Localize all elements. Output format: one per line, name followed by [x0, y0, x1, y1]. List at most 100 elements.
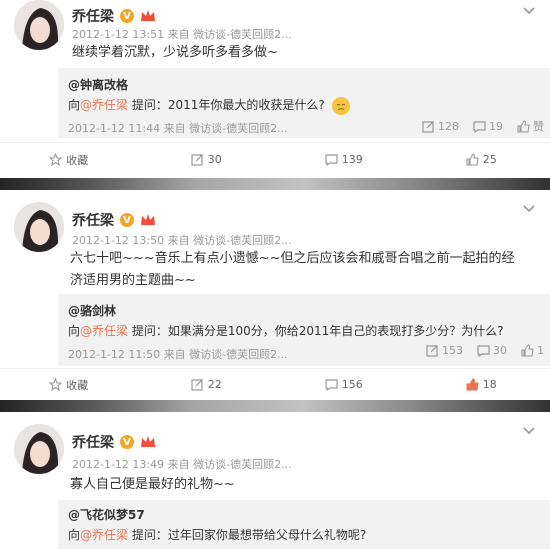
quote-question-text: 提问：如果满分是100分，你给2011年自己的表现打多少分？为什么?: [128, 324, 504, 338]
thumbs-up-icon: [466, 153, 479, 166]
quote-like[interactable]: 赞: [517, 118, 544, 134]
quote-question-text: 提问：2011年你最大的收获是什么?: [128, 98, 325, 112]
thumbs-up-filled-icon: [466, 378, 479, 391]
quote-repost-count: 153: [442, 344, 463, 357]
quote-question-text: 提问：过年回家你最想带给父母什么礼物呢?: [128, 528, 367, 542]
avatar[interactable]: [14, 424, 64, 474]
quote-source[interactable]: 来自 微访谈-德芙回顾2...: [164, 122, 288, 135]
comment-button[interactable]: 156: [275, 369, 413, 400]
quote-prefix: 向: [68, 528, 81, 542]
quote-repost-count: 128: [438, 119, 459, 133]
quote-at-user[interactable]: @乔任梁: [80, 98, 128, 112]
quote-user[interactable]: @飞花似梦57: [68, 506, 145, 523]
quote-repost[interactable]: 128: [422, 120, 459, 133]
quote-prefix: 向: [68, 98, 81, 112]
action-bar: 收藏 30 139 25: [0, 142, 550, 176]
repost-icon: [191, 379, 203, 391]
quote-user[interactable]: @钟离改格: [68, 76, 128, 93]
repost-button[interactable]: 22: [138, 369, 276, 400]
quote-repost[interactable]: 153: [426, 344, 463, 357]
quote-prefix: 向: [68, 324, 81, 338]
post-content: 寡人自己便是最好的礼物~~: [70, 477, 235, 492]
comment-button[interactable]: 139: [275, 143, 413, 176]
quote-like-count: 1: [537, 344, 544, 357]
chevron-down-icon[interactable]: [522, 426, 536, 436]
repost-icon: [191, 154, 203, 166]
like-count: 25: [482, 153, 497, 166]
comment-icon: [325, 154, 338, 166]
favorite-label: 收藏: [66, 378, 89, 392]
quote-user[interactable]: @骆剑林: [68, 302, 116, 319]
like-count: 18: [482, 378, 497, 391]
post-2: 乔任梁 V 2012-1-12 13:50 来自 微访谈-德芙回顾2... 六七…: [0, 190, 550, 400]
post-meta: 2012-1-12 13:50 来自 微访谈-德芙回顾2...: [72, 232, 292, 248]
author-name[interactable]: 乔任梁: [72, 432, 114, 452]
quoted-question[interactable]: @骆剑林 向@乔任梁 提问：如果满分是100分，你给2011年自己的表现打多少分…: [58, 294, 550, 366]
favorite-button[interactable]: 收藏: [0, 369, 138, 400]
quoted-question[interactable]: @飞花似梦57 向@乔任梁 提问：过年回家你最想带给父母什么礼物呢?: [58, 500, 550, 549]
quote-stats: 153 30 1: [416, 344, 544, 357]
comment-count: 139: [341, 153, 363, 166]
quote-question: 向@乔任梁 提问：2011年你最大的收获是什么?: [68, 96, 350, 115]
quote-stats: 128 19 赞: [412, 118, 544, 134]
quote-at-user[interactable]: @乔任梁: [80, 528, 128, 542]
like-button[interactable]: 18: [413, 369, 550, 400]
star-icon: [49, 153, 63, 166]
quote-source[interactable]: 来自 微访谈-德芙回顾2...: [164, 348, 288, 361]
post-source[interactable]: 来自 微访谈-德芙回顾2...: [168, 458, 292, 471]
post-1: 乔任梁 V 2012-1-12 13:51 来自 微访谈-德芙回顾2... 继续…: [0, 0, 550, 178]
repost-count: 30: [207, 153, 222, 166]
quote-meta: 2012-1-12 11:44 来自 微访谈-德芙回顾2...: [68, 120, 288, 136]
favorite-button[interactable]: 收藏: [0, 143, 138, 176]
quote-question: 向@乔任梁 提问：如果满分是100分，你给2011年自己的表现打多少分？为什么?: [68, 322, 504, 339]
quote-meta: 2012-1-12 11:50 来自 微访谈-德芙回顾2...: [68, 346, 288, 362]
chevron-down-icon[interactable]: [522, 6, 536, 16]
author-name[interactable]: 乔任梁: [72, 6, 114, 26]
repost-button[interactable]: 30: [138, 143, 276, 176]
author-name[interactable]: 乔任梁: [72, 210, 114, 230]
quote-comment-count: 30: [493, 344, 507, 357]
divider: [0, 400, 550, 412]
repost-icon: [422, 120, 434, 133]
quote-time: 2012-1-12 11:44: [68, 122, 161, 135]
comment-icon: [473, 120, 486, 133]
post-content: 六七十吧~~~音乐上有点小遗憾~~但之后应该会和戚哥合唱之前一起拍的经济适用男的…: [70, 251, 515, 288]
avatar[interactable]: [14, 0, 64, 50]
quote-comment-count: 19: [489, 119, 503, 133]
quote-like[interactable]: 1: [521, 344, 544, 357]
quote-like-count: 赞: [533, 120, 544, 133]
divider: [0, 178, 550, 190]
quote-at-user[interactable]: @乔任梁: [80, 324, 128, 338]
verified-badge-icon: V: [120, 9, 134, 23]
quote-question: 向@乔任梁 提问：过年回家你最想带给父母什么礼物呢?: [68, 526, 366, 543]
post-3: 乔任梁 V 2012-1-12 13:49 来自 微访谈-德芙回顾2... 寡人…: [0, 412, 550, 549]
like-button[interactable]: 25: [413, 143, 550, 176]
post-meta: 2012-1-12 13:51 来自 微访谈-德芙回顾2...: [72, 26, 292, 42]
post-time: 2012-1-12 13:49: [72, 458, 165, 471]
post-source[interactable]: 来自 微访谈-德芙回顾2...: [168, 28, 292, 41]
comment-icon: [477, 345, 490, 357]
vip-crown-icon: [140, 213, 156, 227]
star-icon: [49, 378, 63, 391]
repost-count: 22: [207, 378, 222, 391]
comment-count: 156: [341, 378, 363, 391]
post-time: 2012-1-12 13:50: [72, 234, 165, 247]
post-source[interactable]: 来自 微访谈-德芙回顾2...: [168, 234, 292, 247]
quote-time: 2012-1-12 11:50: [68, 348, 161, 361]
comment-icon: [325, 379, 338, 391]
post-meta: 2012-1-12 13:49 来自 微访谈-德芙回顾2...: [72, 456, 292, 472]
post-time: 2012-1-12 13:51: [72, 28, 165, 41]
quote-comment[interactable]: 19: [473, 120, 503, 133]
verified-badge-icon: V: [120, 213, 134, 227]
verified-badge-icon: V: [120, 435, 134, 449]
vip-crown-icon: [140, 9, 156, 23]
quote-comment[interactable]: 30: [477, 344, 507, 357]
quoted-question[interactable]: @钟离改格 向@乔任梁 提问：2011年你最大的收获是什么? 2012-1-12…: [58, 68, 550, 138]
favorite-label: 收藏: [66, 153, 89, 167]
post-content: 继续学着沉默，少说多听多看多做~: [72, 45, 278, 60]
chevron-down-icon[interactable]: [522, 204, 536, 214]
thinking-emoji-icon: [331, 96, 350, 115]
action-bar: 收藏 22 156 18: [0, 368, 550, 400]
repost-icon: [426, 345, 438, 357]
avatar[interactable]: [14, 202, 64, 252]
